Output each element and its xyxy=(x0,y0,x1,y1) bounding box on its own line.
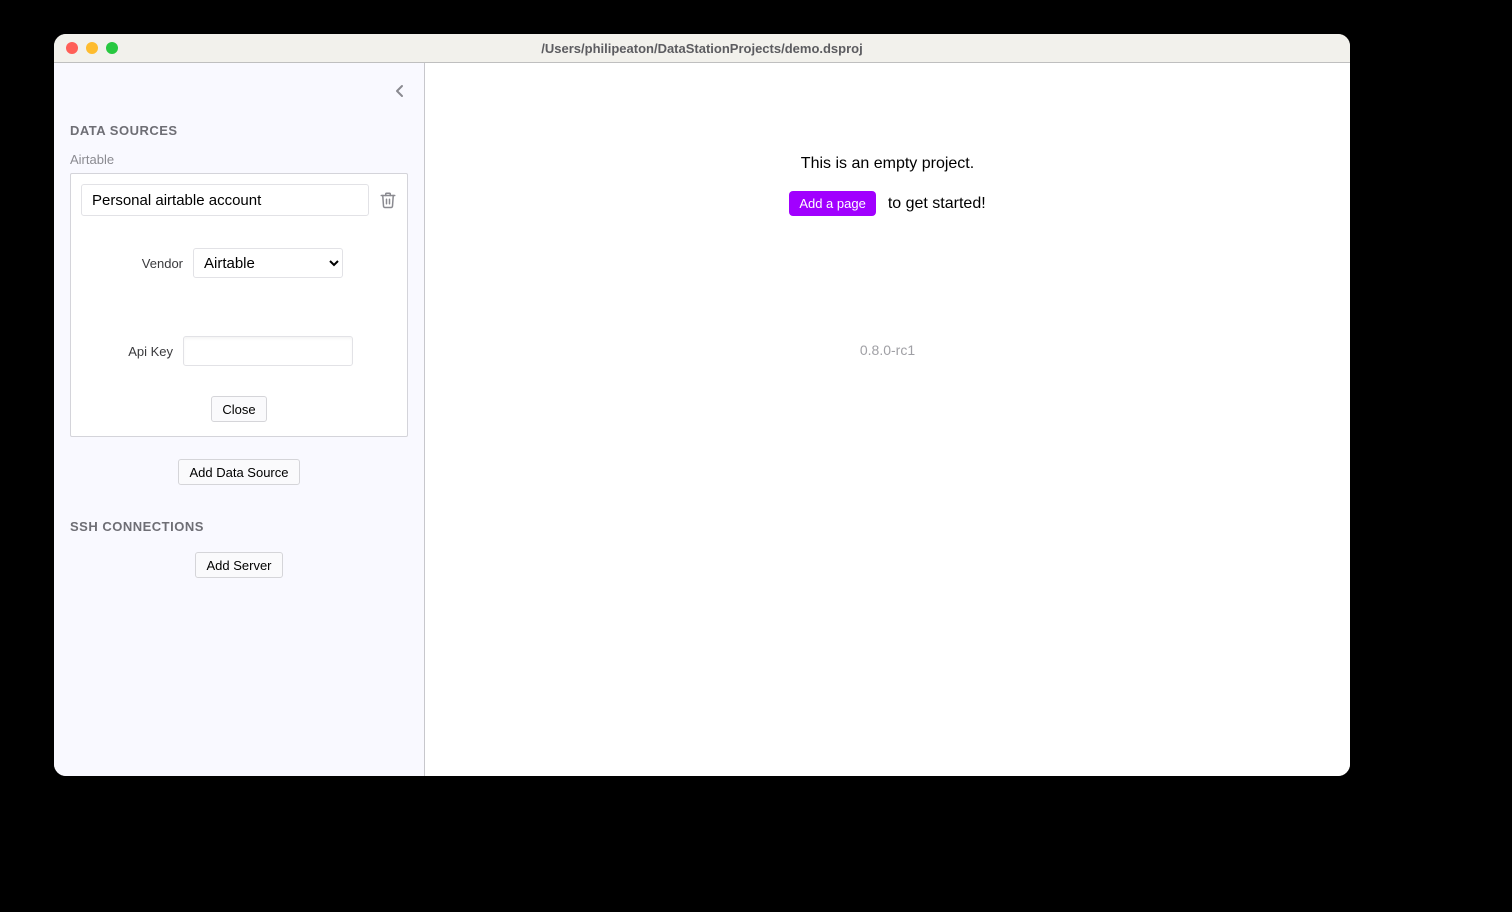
window-title: /Users/philipeaton/DataStationProjects/d… xyxy=(54,41,1350,56)
vendor-label: Vendor xyxy=(135,256,183,271)
empty-state-text-1: This is an empty project. xyxy=(425,155,1350,173)
chevron-left-icon xyxy=(395,84,405,98)
zoom-window-button[interactable] xyxy=(106,42,118,54)
close-panel-button[interactable]: Close xyxy=(211,396,266,422)
collapse-sidebar-button[interactable] xyxy=(390,81,410,101)
window-titlebar: /Users/philipeaton/DataStationProjects/d… xyxy=(54,34,1350,63)
main-content: This is an empty project. Add a page to … xyxy=(425,63,1350,776)
data-source-type-label: Airtable xyxy=(70,152,408,167)
api-key-input[interactable] xyxy=(183,336,353,366)
empty-state-text-2: to get started! xyxy=(888,195,986,213)
close-window-button[interactable] xyxy=(66,42,78,54)
add-server-button[interactable]: Add Server xyxy=(195,552,282,578)
data-sources-heading: DATA SOURCES xyxy=(70,123,408,138)
data-source-panel: Vendor Airtable Api Key Close xyxy=(70,173,408,437)
ssh-connections-heading: SSH CONNECTIONS xyxy=(70,519,408,534)
api-key-label: Api Key xyxy=(125,344,173,359)
vendor-select[interactable]: Airtable xyxy=(193,248,343,278)
trash-icon xyxy=(379,191,397,209)
data-source-name-input[interactable] xyxy=(81,184,369,216)
app-version: 0.8.0-rc1 xyxy=(425,342,1350,358)
empty-state: This is an empty project. Add a page to … xyxy=(425,155,1350,216)
add-data-source-button[interactable]: Add Data Source xyxy=(178,459,299,485)
traffic-lights xyxy=(54,42,118,54)
minimize-window-button[interactable] xyxy=(86,42,98,54)
sidebar: DATA SOURCES Airtable xyxy=(54,63,425,776)
app-window: /Users/philipeaton/DataStationProjects/d… xyxy=(54,34,1350,776)
delete-data-source-button[interactable] xyxy=(379,191,397,209)
add-page-button[interactable]: Add a page xyxy=(789,191,876,216)
